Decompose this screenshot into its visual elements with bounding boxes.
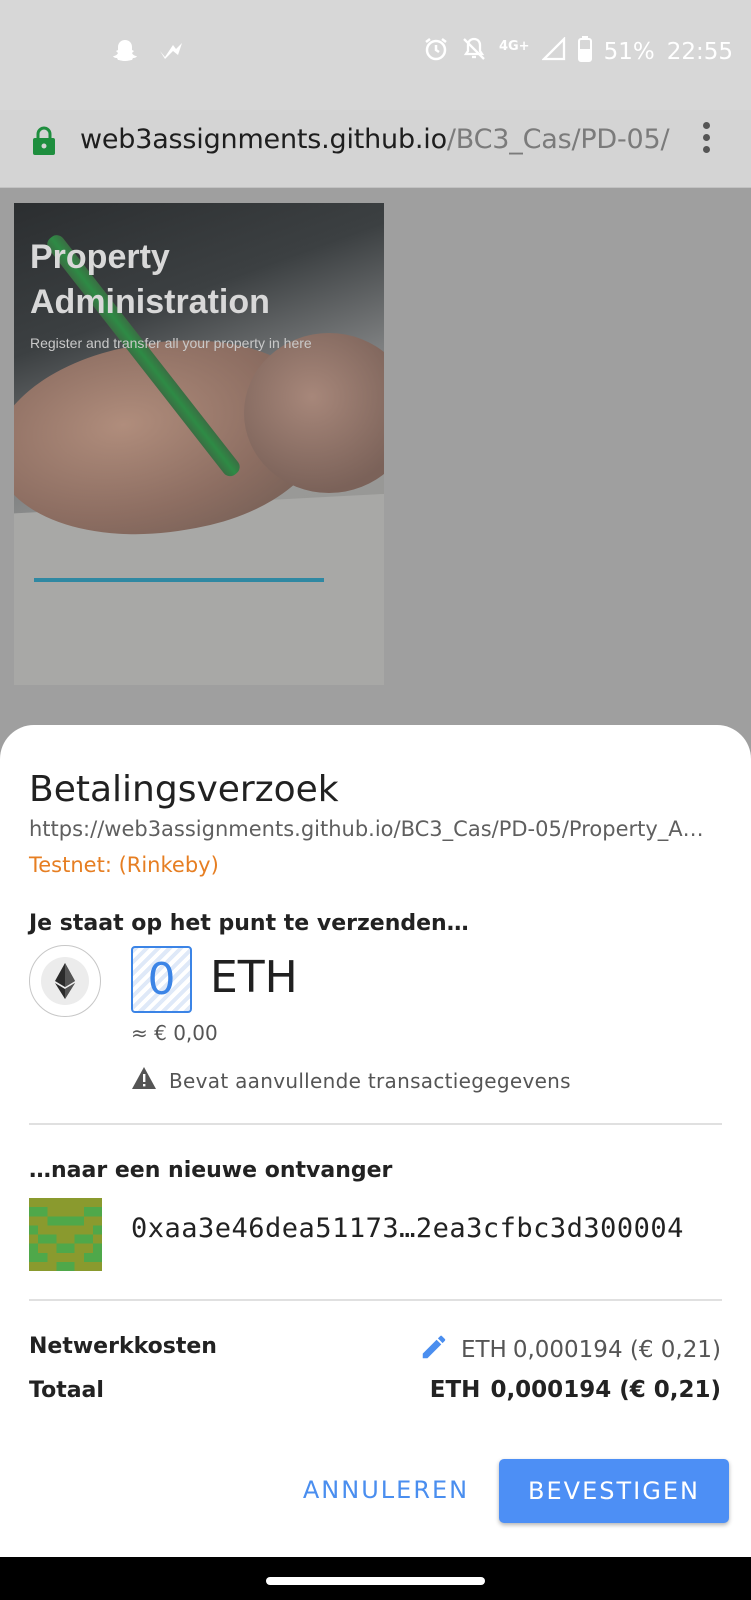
payment-request-sheet: Betalingsverzoek https://web3assignments…	[0, 725, 751, 1557]
ethereum-logo-icon	[29, 945, 101, 1017]
status-left-icons	[112, 38, 184, 69]
divider	[29, 1123, 722, 1125]
notifications-off-icon	[461, 36, 487, 68]
amount-unit: ETH	[210, 952, 298, 1003]
browser-address-bar[interactable]: web3assignments.github.io/BC3_Cas/PD-05/	[0, 110, 751, 188]
sheet-title: Betalingsverzoek	[29, 769, 339, 810]
hero-title: Property Administration	[30, 238, 270, 321]
warning-icon	[131, 1066, 157, 1095]
page-content: Property Administration Register and tra…	[0, 189, 751, 729]
url-domain: web3assignments.github.io	[80, 124, 447, 155]
fiat-estimate: ≈ € 0,00	[131, 1021, 218, 1045]
url-path: /BC3_Cas/PD-05/	[446, 124, 670, 155]
recipient-heading: …naar een nieuwe ontvanger	[29, 1158, 393, 1183]
status-bar: 4G+ 51% 22:55	[0, 0, 751, 110]
check-icon	[158, 41, 184, 66]
hero-subtitle: Register and transfer all your property …	[30, 335, 312, 351]
data-warning: Bevat aanvullende transactiegegevens	[131, 1066, 571, 1095]
amount-field[interactable]: 0	[131, 946, 192, 1013]
total-currency: ETH	[429, 1377, 481, 1403]
divider	[29, 1299, 722, 1301]
total-row: ETH 0,000194 (€ 0,21)	[430, 1377, 721, 1403]
network-type: 4G+	[498, 38, 530, 54]
network-label: Testnet: (Rinkeby)	[29, 853, 219, 877]
fee-row[interactable]: ETH 0,000194 (€ 0,21)	[419, 1332, 721, 1368]
url-text[interactable]: web3assignments.github.io/BC3_Cas/PD-05/	[80, 124, 670, 155]
hero-image: Property Administration Register and tra…	[14, 203, 384, 685]
clock: 22:55	[666, 39, 733, 65]
battery-icon	[577, 36, 592, 68]
send-heading: Je staat op het punt te verzenden…	[29, 911, 469, 936]
origin-url: https://web3assignments.github.io/BC3_Ca…	[29, 817, 704, 841]
fee-value: 0,000194 (€ 0,21)	[512, 1337, 721, 1363]
warning-text: Bevat aanvullende transactiegegevens	[169, 1068, 571, 1093]
status-right-icons: 4G+ 51% 22:55	[423, 36, 733, 68]
edit-pencil-icon[interactable]	[419, 1332, 449, 1368]
lock-icon[interactable]	[32, 126, 56, 161]
total-label: Totaal	[29, 1378, 104, 1403]
recipient-address: 0xaa3e46dea51173…2ea3cfbc3d300004	[131, 1213, 684, 1244]
navigation-bar	[0, 1557, 751, 1600]
confirm-button[interactable]: BEVESTIGEN	[499, 1459, 729, 1523]
battery-percentage: 51%	[603, 39, 655, 65]
cancel-button[interactable]: ANNULEREN	[296, 1465, 476, 1515]
more-vert-icon[interactable]	[703, 122, 711, 154]
recipient-identicon	[29, 1198, 102, 1271]
fee-currency: ETH	[460, 1337, 507, 1363]
alarm-icon	[423, 36, 449, 68]
signal-icon	[540, 36, 566, 67]
home-gesture-pill[interactable]	[266, 1577, 485, 1585]
snapchat-icon	[112, 38, 138, 69]
total-value: 0,000194 (€ 0,21)	[490, 1377, 721, 1403]
fee-label: Netwerkkosten	[29, 1334, 217, 1359]
